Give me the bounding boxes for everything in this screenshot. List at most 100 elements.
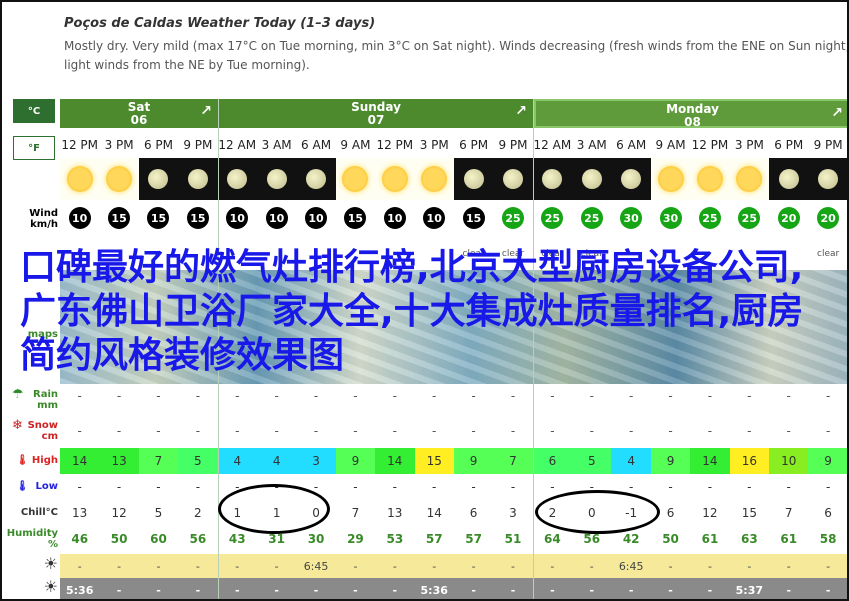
time-cell: 6 PM [459,138,489,152]
sunset-cell: - [234,583,240,597]
wind-cell: 25 [572,203,611,233]
wind-direction-icon: 30 [620,207,643,229]
high-temp-cell: 15 [414,448,454,474]
humidity-cell: 57 [465,532,482,546]
annotation-circle [218,484,330,534]
low-temp-cell: - [77,480,82,494]
celsius-button[interactable]: °C [13,99,55,123]
time-cell: 3 PM [104,138,134,152]
thermometer-hot-icon: 🌡 [16,455,29,466]
humidity-cell: 50 [662,532,679,546]
low-temp-row: -------------------- [60,474,847,500]
time-cell: 12 AM [533,138,572,152]
sunset-cell: - [668,583,673,597]
high-temp-cell: 14 [375,448,415,474]
low-temp-cell: - [116,480,122,494]
sky-cell [493,158,533,200]
sunrise-cell: - [747,559,752,573]
sunrise-cell: - [156,559,161,573]
high-temp-cell: 9 [335,448,376,474]
low-temp-cell: - [195,480,201,494]
wind-cell: 15 [99,203,138,233]
wind-cell: 10 [415,203,454,233]
forecast-summary: Mostly dry. Very mild (max 17°C on Tue m… [64,39,849,72]
expand-icon[interactable]: ↗ [831,106,843,120]
wind-direction-icon: 10 [68,207,91,229]
wind-cell: 15 [336,203,375,233]
day-date: 06 [130,113,148,127]
wind-direction-icon: 15 [344,207,367,229]
sunset-icon: ☀ [43,577,58,596]
wind-direction-icon: 30 [659,207,682,229]
chill-cell: 15 [741,506,757,520]
humidity-cell: 61 [780,532,798,546]
expand-icon[interactable]: ↗ [200,104,212,118]
sky-cell [296,158,336,200]
wind-direction-icon: 10 [383,207,406,229]
snow-cell: - [668,424,673,438]
sunrise-cell: - [274,559,279,573]
low-temp-cell: - [668,480,673,494]
sun-icon [696,166,723,192]
chill-cell: 12 [111,506,127,520]
wind-direction-icon: 10 [305,207,328,229]
sun-icon [736,166,763,192]
sunrise-cell: - [117,559,122,573]
rain-cell: - [116,389,122,403]
sunset-cell: - [274,583,279,597]
time-cell: 3 AM [576,138,607,152]
expand-icon[interactable]: ↗ [515,104,527,118]
rain-cell: - [589,389,594,403]
rain-cell: - [550,389,555,403]
sunrise-cell: - [786,559,791,573]
low-temp-cell: - [747,480,752,494]
wind-label: Wind km/h [29,208,58,230]
chill-cell: 13 [387,506,403,520]
humidity-cell: 63 [740,532,758,546]
rain-cell: - [353,389,358,403]
sunrise-cell: - [353,559,358,573]
wind-direction-icon: 25 [738,207,761,229]
sky-cell [650,158,691,200]
humidity-cell: 56 [189,532,207,546]
rain-icon: ☂ [12,387,24,402]
fahrenheit-button[interactable]: °F [13,136,55,160]
sunset-cell: 5:36 [420,583,448,597]
humidity-cell: 57 [425,532,443,546]
high-temp-row: 14 13 7 5 4 4 3 9 14 15 9 7 6 5 4 9 14 16 10 9 [60,448,847,474]
sky-cell [572,158,612,200]
high-temp-cell: 4 [611,448,651,474]
moon-icon [778,169,799,189]
day-header-monday[interactable]: Monday 08 ↗ [534,99,847,129]
high-temp-cell: 9 [650,448,691,474]
day-header-sunday[interactable]: Sunday 07 ↗ [219,99,533,128]
time-cell: 9 AM [340,138,371,152]
sky-cell [769,158,809,200]
wind-cell: 15 [178,203,217,233]
wind-direction-icon: 25 [698,207,721,229]
chill-cell: 7 [351,506,360,520]
sunset-cell: - [156,583,161,597]
humidity-cell: 46 [71,532,89,546]
time-row: 12 PM 3 PM 6 PM 9 PM 12 AM 3 AM 6 AM 9 AM 12 PM 3… [60,134,847,156]
chill-cell: 13 [72,506,88,520]
time-cell: 12 PM [691,138,729,152]
chill-cell: 3 [509,506,517,520]
sunset-cell: - [392,583,398,597]
wind-direction-icon: 15 [186,207,209,229]
high-temp-cell: 4 [256,448,297,474]
wind-cell: 15 [139,203,178,233]
sunset-cell: 5:36 [66,583,94,597]
sunrise-icon: ☀ [43,554,58,573]
snow-cell: - [156,424,161,438]
sunrise-row: - - - - - - 6:45 - - - - - - - 6:45 - - - - - [60,554,847,578]
wind-cell: 25 [730,203,769,233]
wind-direction-icon: 10 [265,207,288,229]
sunset-cell: - [195,583,201,597]
sunrise-cell: - [392,559,397,573]
snow-cell: - [628,424,634,438]
day-header-sat[interactable]: Sat 06 ↗ [60,99,218,128]
snow-cell: - [786,424,791,438]
snow-cell: - [274,424,279,438]
wind-direction-icon: 10 [226,207,249,229]
